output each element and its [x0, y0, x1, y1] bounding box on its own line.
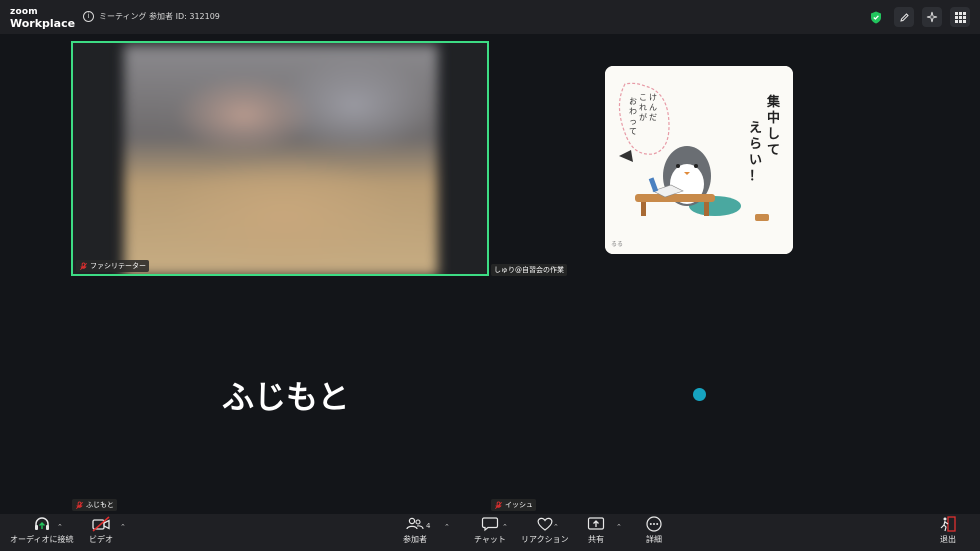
logo-workplace-text: Workplace [10, 17, 76, 30]
svg-text:ら: ら [749, 137, 762, 152]
video-button[interactable]: ビデオ [89, 516, 113, 545]
reactions-options-chevron-icon[interactable]: ⌃ [553, 523, 559, 531]
video-label: ビデオ [89, 535, 113, 544]
audio-label: オーディオに接続 [10, 535, 74, 544]
heart-icon [537, 517, 553, 531]
more-label: 詳細 [646, 535, 662, 544]
more-button[interactable]: 詳細 [645, 516, 663, 545]
svg-text:け: け [649, 93, 657, 102]
bottom-right-name-tag: イッシュ [491, 499, 536, 511]
leave-exit-icon [940, 516, 956, 532]
svg-text:し: し [767, 127, 780, 142]
blurred-video-feed [124, 45, 438, 274]
leave-button[interactable]: 退出 [939, 516, 957, 545]
pen-icon[interactable] [894, 7, 914, 27]
svg-text:が: が [639, 112, 647, 122]
svg-text:わ: わ [629, 107, 637, 116]
gallery-view-icon[interactable] [950, 7, 970, 27]
share-label: 共有 [588, 535, 604, 544]
top-bar: zoom Workplace i ミーティング 参加者 ID: 312109 [0, 0, 980, 34]
chat-label: チャット [474, 535, 506, 544]
svg-text:い: い [749, 153, 762, 168]
ai-sparkle-icon[interactable] [922, 7, 942, 27]
second-participant-name: しゅり@自習会の作業 [494, 266, 564, 274]
video-off-icon [92, 516, 110, 532]
meeting-info-text: ミーティング 参加者 ID: 312109 [99, 12, 220, 21]
participants-label: 参加者 [403, 535, 427, 544]
audio-button[interactable]: オーディオに接続 [10, 516, 73, 545]
participants-icon [406, 517, 424, 530]
active-speaker-tile[interactable]: ファシリテーター [71, 41, 489, 276]
participants-options-chevron-icon[interactable]: ⌃ [444, 523, 450, 531]
mic-muted-icon [80, 261, 87, 270]
info-icon: i [83, 11, 94, 22]
chat-options-chevron-icon[interactable]: ⌃ [502, 523, 508, 531]
active-name-tag: ファシリテーター [76, 260, 149, 272]
active-name-label: ファシリテーター [90, 262, 146, 270]
share-options-chevron-icon[interactable]: ⌃ [616, 523, 622, 531]
more-options-icon [646, 516, 662, 532]
participant-display-name: ふじもと [222, 378, 350, 416]
svg-text:て: て [767, 143, 780, 158]
second-participant-name-tag: しゅり@自習会の作業 [491, 264, 567, 276]
headphones-icon [34, 517, 49, 530]
logo-zoom-text: zoom [10, 7, 38, 17]
svg-text:中: 中 [767, 110, 780, 126]
participants-button[interactable]: 参加者 [403, 516, 427, 545]
video-options-chevron-icon[interactable]: ⌃ [120, 523, 126, 531]
svg-text:集: 集 [766, 94, 781, 110]
reactions-label: リアクション [521, 535, 569, 544]
bottom-right-name: イッシュ [505, 501, 533, 509]
svg-text:るる: るる [611, 241, 623, 248]
meeting-toolbar: オーディオに接続 ⌃ ビデオ ⌃ 参加者 4 ⌃ チャット ⌃ リアクション ⌃… [0, 514, 980, 551]
svg-text:！: ！ [749, 169, 762, 184]
reactions-button[interactable]: リアクション [521, 516, 569, 545]
svg-text:ん: ん [649, 103, 657, 112]
bottom-left-name: ふじもと [86, 501, 114, 509]
svg-text:っ: っ [629, 117, 637, 126]
bottom-left-name-tag: ふじもと [72, 499, 117, 511]
svg-text:れ: れ [639, 103, 647, 112]
mic-muted-icon [495, 500, 502, 509]
audio-options-chevron-icon[interactable]: ⌃ [57, 523, 63, 531]
security-shield-icon[interactable] [866, 7, 886, 27]
mic-muted-icon [76, 500, 83, 509]
participant-count: 4 [426, 522, 431, 530]
top-right-controls [866, 7, 970, 27]
meeting-info[interactable]: i ミーティング 参加者 ID: 312109 [83, 11, 220, 22]
svg-text:だ: だ [649, 113, 657, 122]
svg-text:こ: こ [639, 93, 647, 102]
svg-text:て: て [629, 127, 637, 136]
chat-icon [481, 517, 499, 532]
status-dot [693, 388, 706, 401]
svg-text:え: え [749, 121, 762, 136]
zoom-logo: zoom Workplace [10, 7, 76, 30]
svg-text:お: お [629, 97, 637, 106]
share-screen-icon [587, 517, 605, 530]
leave-label: 退出 [940, 535, 956, 544]
participant-avatar-image: けんだ これが おわって 集中して えらい！ るる [605, 66, 793, 254]
share-button[interactable]: 共有 [587, 516, 605, 545]
